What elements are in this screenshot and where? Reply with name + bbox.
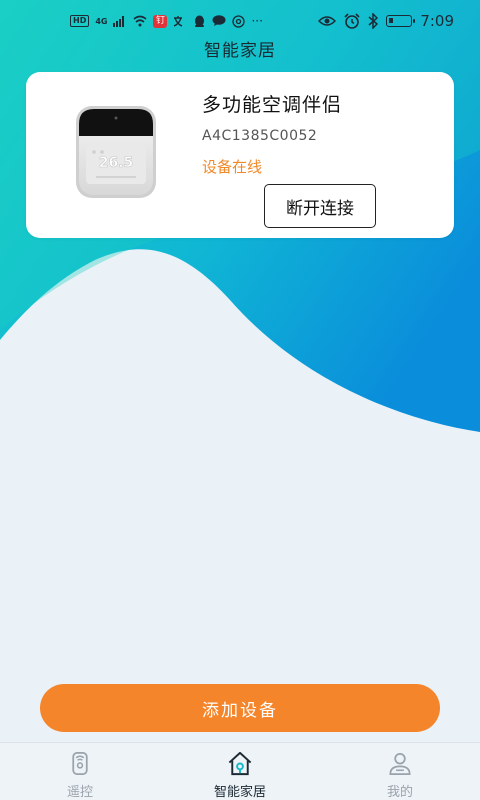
page-title: 智能家居 xyxy=(204,41,276,61)
at-icon xyxy=(232,14,246,28)
status-bar: HD 4G 钉 ··· 7:09 xyxy=(0,0,480,40)
translate-icon xyxy=(174,15,183,27)
more-indicator: ··· xyxy=(251,14,263,28)
signal-icon xyxy=(113,16,125,27)
home-icon xyxy=(228,751,252,776)
eye-icon xyxy=(318,16,337,26)
nav-label-profile: 我的 xyxy=(386,785,413,800)
device-card[interactable]: 26.5 多功能空调伴侣 A4C1385C0052 设备在线 断开连接 xyxy=(26,72,454,238)
bottom-nav: 遥控 智能家居 我的 xyxy=(0,742,480,800)
battery-icon xyxy=(386,15,416,27)
status-time: 7:09 xyxy=(420,12,454,30)
nav-item-remote[interactable]: 遥控 xyxy=(0,743,160,800)
device-name: 多功能空调伴侣 xyxy=(202,94,343,116)
nav-item-smart-home[interactable]: 智能家居 xyxy=(160,743,320,800)
hd-indicator: HD xyxy=(70,15,90,27)
add-device-button[interactable]: 添加设备 xyxy=(40,684,440,732)
message-icon xyxy=(212,15,226,26)
nav-label-smart-home: 智能家居 xyxy=(213,785,266,800)
app-badge: 钉 xyxy=(153,14,168,28)
nav-label-remote: 遥控 xyxy=(66,785,93,800)
wifi-icon xyxy=(133,15,147,27)
device-status: 设备在线 xyxy=(202,158,263,176)
alarm-icon xyxy=(344,13,360,29)
qq-icon xyxy=(195,15,205,27)
nav-item-profile[interactable]: 我的 xyxy=(320,743,480,800)
status-left: HD 4G 钉 ··· xyxy=(70,12,263,30)
device-display-temp: 26.5 xyxy=(99,155,134,171)
network-type: 4G xyxy=(95,16,108,26)
device-id: A4C1385C0052 xyxy=(202,128,318,144)
profile-icon xyxy=(389,752,411,776)
remote-icon xyxy=(72,751,88,776)
disconnect-button[interactable]: 断开连接 xyxy=(264,184,376,228)
status-right: 7:09 xyxy=(318,11,454,31)
device-thumbnail: 26.5 xyxy=(76,106,156,198)
bluetooth-icon xyxy=(368,13,379,29)
